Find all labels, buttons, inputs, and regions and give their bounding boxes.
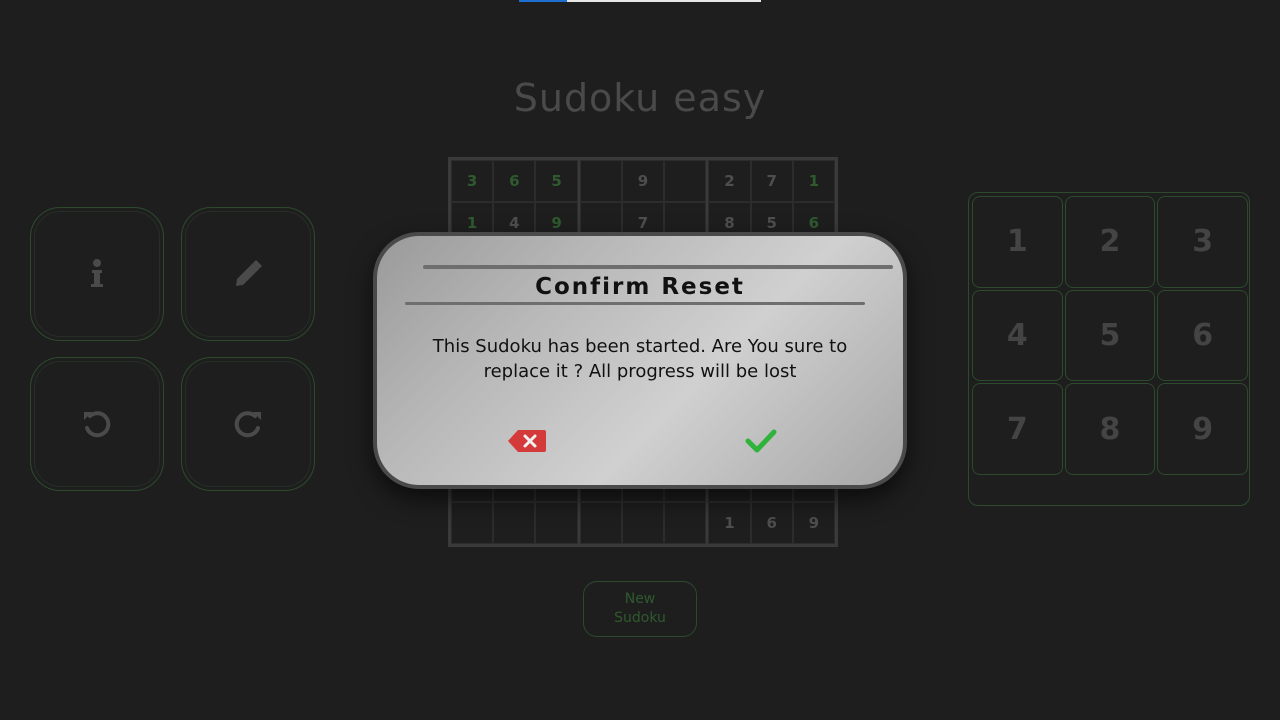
confirm-button[interactable] xyxy=(739,426,783,456)
confirm-reset-dialog: Confirm Reset This Sudoku has been start… xyxy=(373,232,907,489)
dialog-title-divider xyxy=(405,302,865,305)
dialog-title: Confirm Reset xyxy=(535,274,745,300)
checkmark-icon xyxy=(745,429,777,453)
dialog-top-divider xyxy=(423,265,893,269)
cancel-button[interactable] xyxy=(505,426,549,456)
sudoku-app: Sudoku easy 36514997271856169 New Sudoku xyxy=(0,0,1280,720)
backspace-x-icon xyxy=(508,430,546,452)
dialog-message: This Sudoku has been started. Are You su… xyxy=(432,336,848,382)
